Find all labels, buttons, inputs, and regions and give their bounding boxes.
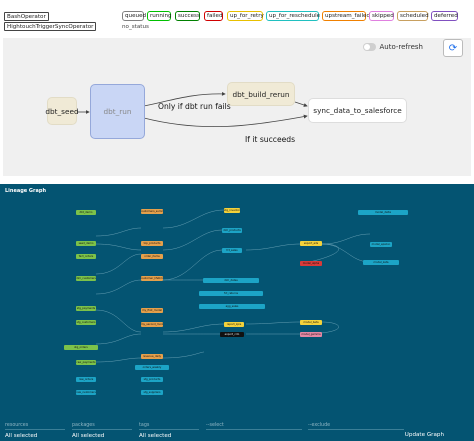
filter-packages-label: packages (72, 423, 95, 428)
filter-tags-select[interactable]: All selected (139, 433, 171, 439)
state-skipped[interactable]: skipped (369, 11, 394, 21)
edge-run-sync (143, 114, 308, 128)
edge-rerun-sync (294, 101, 308, 107)
lineage-node[interactable]: revenue_daily (141, 354, 163, 359)
lineage-node[interactable]: model_beta (300, 320, 322, 325)
filter-select-input[interactable] (206, 429, 302, 430)
update-graph-button[interactable]: Update Graph (405, 432, 444, 438)
lineage-node[interactable]: raw_orders (76, 377, 96, 382)
lineage-node[interactable]: export_ads (300, 241, 322, 246)
state-upstream-failed[interactable]: upstream_failed (322, 11, 370, 21)
lineage-node[interactable]: stg_customers (76, 320, 96, 325)
lineage-node[interactable]: top_products (141, 241, 163, 246)
task-dbt-run[interactable]: dbt_run (90, 84, 145, 139)
lineage-node[interactable]: model_gamma (300, 332, 322, 337)
filter-resources-label: resources (5, 423, 29, 428)
state-up-for-reschedule[interactable]: up_for_reschedule (266, 11, 320, 21)
state-no-status: no_status (122, 24, 149, 30)
filter-packages-select[interactable]: All selected (72, 433, 104, 439)
state-failed[interactable]: failed (204, 11, 223, 21)
edge-label-fail: Only if dbt run fails (158, 102, 231, 111)
lineage-filters: resources All selected packages All sele… (0, 419, 474, 441)
lineage-node[interactable]: model_delta (358, 210, 408, 215)
state-success[interactable]: success (175, 11, 200, 21)
lineage-node[interactable]: stg_payments (76, 306, 96, 311)
state-running[interactable]: running (147, 11, 172, 21)
state-deferred[interactable]: deferred (431, 11, 458, 21)
lineage-node[interactable]: fct_sales (222, 248, 242, 253)
filter-exclude-label: --exclude (308, 423, 331, 428)
state-up-for-retry[interactable]: up_for_retry (227, 11, 264, 21)
lineage-node[interactable]: my_second_model (141, 322, 163, 327)
lineage-node[interactable]: fct_returns (199, 291, 263, 296)
filter-tags-label: tags (139, 423, 150, 428)
lineage-node[interactable]: dim_products (222, 228, 242, 233)
lineage-node[interactable]: stg_orders (64, 345, 98, 350)
state-queued[interactable]: queued (122, 11, 146, 21)
lineage-node[interactable]: export_crm (220, 332, 244, 337)
dag-graph-canvas[interactable]: Auto-refresh ⟳ dbt_seed dbt_run dbt_buil… (3, 38, 471, 176)
lineage-node[interactable]: agg_sales (199, 304, 265, 309)
state-scheduled[interactable]: scheduled (397, 11, 429, 21)
lineage-node[interactable]: dim_customers (76, 276, 96, 281)
task-dbt-seed[interactable]: dbt_seed (45, 97, 79, 125)
lineage-node[interactable]: model_epsilon (370, 242, 392, 247)
operator-legend-bash: BashOperator (4, 12, 49, 21)
lineage-node[interactable]: stg_products (141, 377, 163, 382)
lineage-node[interactable]: customer_lifetime_value (141, 276, 163, 281)
lineage-node[interactable]: dim_dates (203, 278, 259, 283)
lineage-node[interactable]: raw_customers (76, 390, 96, 395)
lineage-node[interactable]: dbt_demo (76, 210, 96, 215)
lineage-node[interactable]: orders_weekly (135, 365, 169, 370)
lineage-node[interactable]: model_zeta (363, 260, 399, 265)
lineage-node[interactable]: fact_orders (76, 254, 96, 259)
filter-exclude-input[interactable] (308, 429, 404, 430)
task-dbt-build-rerun[interactable]: dbt_build_rerun (227, 82, 295, 106)
lineage-node[interactable]: stg_inventory (224, 208, 240, 213)
lineage-node[interactable]: customers_summary (141, 209, 163, 214)
lineage-node[interactable]: my_first_model (141, 308, 163, 313)
filter-resources-select[interactable]: All selected (5, 433, 37, 439)
airflow-dag-page: BashOperator HightouchTriggerSyncOperato… (0, 0, 474, 441)
edge-label-succeed: If it succeeds (245, 135, 296, 144)
lineage-node[interactable]: model_alpha (300, 261, 322, 266)
lineage-node[interactable]: seed_demo (76, 241, 96, 246)
lineage-node[interactable]: order_items (141, 254, 163, 259)
task-sync-data-to-salesforce[interactable]: sync_data_to_salesforce (308, 98, 407, 123)
lineage-edges (95, 209, 371, 363)
lineage-graph-panel[interactable]: Lineage Graph dbt_demo seed_demo fact_or… (0, 184, 474, 441)
lineage-node[interactable]: stg_suppliers (141, 390, 163, 395)
lineage-node[interactable]: report_kpis (224, 322, 244, 327)
filter-select-label: --select (206, 423, 224, 428)
lineage-node[interactable]: raw_payments (76, 360, 96, 365)
operator-legend-hightouch: HightouchTriggerSyncOperator (4, 22, 97, 31)
